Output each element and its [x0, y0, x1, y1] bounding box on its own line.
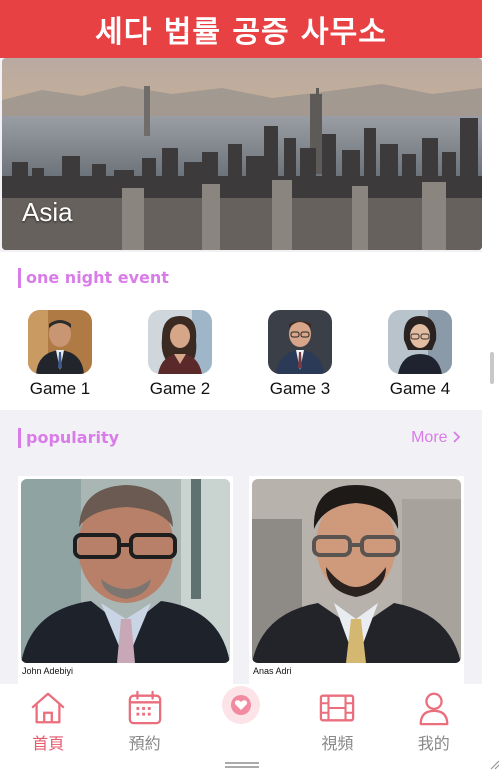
lawyer-name: Anas Adri: [253, 666, 292, 676]
scrollbar-thumb[interactable]: [490, 352, 494, 384]
game-label: Game 4: [389, 379, 451, 398]
event-section-title: one night event: [18, 268, 169, 288]
tab-favorite[interactable]: [193, 684, 289, 754]
film-icon: [320, 694, 355, 722]
calendar-icon: [128, 690, 161, 725]
lawyer-name: John Adebiyi: [22, 666, 74, 676]
corner-resize-icon[interactable]: [488, 758, 500, 770]
scrollbar[interactable]: [482, 0, 502, 772]
tab-label: 我的: [417, 734, 450, 753]
game-item-2[interactable]: Game 2: [120, 310, 240, 399]
tab-appointment[interactable]: 預約: [96, 684, 192, 754]
game-list: Game 1 Game 2 Game 3 Game 4: [0, 310, 482, 399]
user-icon: [419, 692, 449, 726]
bottom-tab-bar: 首頁 預約 視頻 我的: [0, 684, 482, 754]
lawyer-card-list: John Adebiyi Anas Adri: [18, 476, 464, 686]
game-label: Game 1: [29, 379, 91, 398]
popularity-section-title: popularity: [18, 428, 119, 448]
more-label: More: [411, 429, 448, 446]
game-label: Game 2: [149, 379, 211, 398]
home-icon: [31, 692, 65, 724]
game-label: Game 3: [269, 379, 331, 398]
game-item-1[interactable]: Game 1: [0, 310, 120, 399]
event-section: one night event Game 1 Game 2 Game 3 Gam…: [0, 252, 482, 410]
heart-icon: [230, 695, 251, 715]
tab-video[interactable]: 視頻: [289, 684, 385, 754]
app-header: 세다 법률 공증 사무소: [0, 0, 482, 58]
app-root: 세다 법률 공증 사무소 Asia one night event Game 1…: [0, 0, 502, 772]
lawyer-photo: [252, 479, 461, 663]
game-item-4[interactable]: Game 4: [360, 310, 480, 399]
tab-label: 預約: [128, 734, 161, 753]
tab-profile[interactable]: 我的: [386, 684, 482, 754]
favorite-bubble: [221, 686, 260, 724]
tab-home[interactable]: 首頁: [0, 684, 96, 754]
avatar: [268, 310, 332, 374]
page-title: 세다 법률 공증 사무소: [95, 15, 387, 50]
popularity-section: popularity More John Adebiyi Anas Adri: [0, 412, 482, 686]
more-link[interactable]: More: [411, 428, 462, 448]
lawyer-card[interactable]: Anas Adri: [249, 476, 464, 686]
avatar: [148, 310, 212, 374]
lawyer-photo: [21, 479, 230, 663]
banner-caption: Asia: [22, 197, 73, 227]
avatar: [388, 310, 452, 374]
banner-image: [2, 58, 482, 250]
banner-carousel[interactable]: Asia: [2, 58, 482, 250]
resize-grip-icon[interactable]: [225, 762, 259, 768]
chevron-right-icon: [452, 429, 462, 446]
tab-label: 視頻: [321, 734, 354, 753]
game-item-3[interactable]: Game 3: [240, 310, 360, 399]
lawyer-card[interactable]: John Adebiyi: [18, 476, 233, 686]
tab-label: 首頁: [32, 734, 65, 753]
window-bottom-edge: [0, 754, 502, 772]
avatar: [28, 310, 92, 374]
